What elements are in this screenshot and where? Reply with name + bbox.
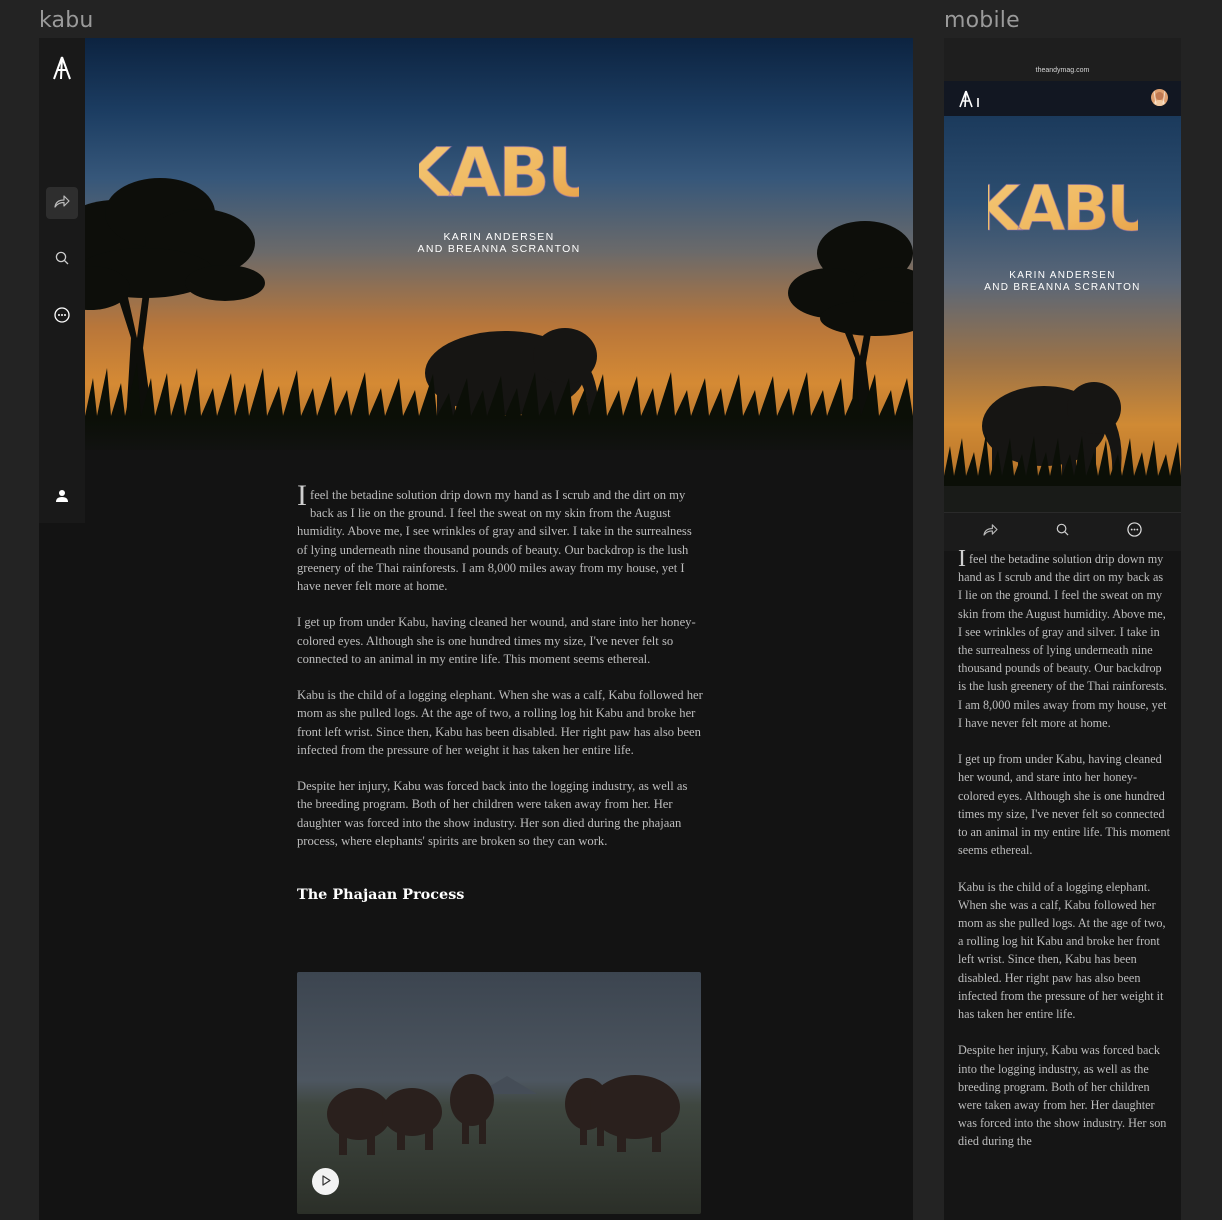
paragraph-1: I feel the betadine solution drip down m… [297, 479, 703, 595]
mobile-frame-label: mobile [944, 8, 1020, 33]
paragraph-3: Kabu is the child of a logging elephant.… [958, 879, 1166, 1022]
svg-text:KABU: KABU [988, 172, 1138, 242]
mobile-hero-authors: KARIN ANDERSEN AND BREANNA SCRANTON [944, 270, 1181, 294]
play-button[interactable] [312, 1168, 339, 1195]
play-icon [321, 1173, 331, 1191]
avatar[interactable] [1151, 89, 1168, 106]
paragraph-4: Despite her injury, Kabu was forced back… [297, 779, 688, 848]
desktop-frame: KABU KARIN ANDERSEN AND BREANNA SCRANTON [39, 38, 913, 1220]
mobile-hero-title: KABU [944, 166, 1181, 247]
svg-text:KABU: KABU [419, 134, 579, 210]
mobile-frame: theandymag.com KABU KARIN ANDERSEN AND B… [944, 38, 1181, 1220]
mobile-header [944, 81, 1181, 116]
author-line-1: KARIN ANDERSEN [443, 231, 555, 243]
left-tree [85, 178, 265, 438]
more-icon [54, 306, 70, 328]
author-line-2: AND BREANNA SCRANTON [417, 242, 581, 255]
drop-cap: I [297, 479, 307, 512]
section-heading: The Phajaan Process [297, 886, 465, 904]
share-button[interactable] [46, 187, 78, 219]
hero-banner: KABU KARIN ANDERSEN AND BREANNA SCRANTON [85, 38, 913, 450]
video-thumbnail [297, 972, 701, 1214]
mobile-article-body: I feel the betadine solution drip down m… [958, 546, 1170, 1169]
desktop-frame-label: kabu [39, 8, 94, 33]
url-text: theandymag.com [1035, 67, 1090, 74]
search-button[interactable] [1053, 523, 1071, 541]
paragraph-1-text: feel the betadine solution drip down my … [297, 488, 692, 594]
share-button[interactable] [981, 523, 999, 541]
hero-fade [85, 418, 913, 458]
video-player[interactable] [297, 972, 701, 1214]
drop-cap: I [958, 546, 966, 572]
kabu-wordmark: KABU [398, 133, 603, 213]
andy-logo-icon[interactable] [52, 56, 72, 80]
more-button[interactable] [1125, 522, 1143, 542]
search-button[interactable] [46, 244, 78, 276]
paragraph-1: I feel the betadine solution drip down m… [958, 546, 1170, 732]
share-icon [982, 523, 998, 541]
hero-title: KABU [85, 126, 913, 215]
share-icon [54, 194, 70, 213]
andy-logo-icon[interactable] [958, 90, 982, 113]
more-button[interactable] [46, 301, 78, 333]
author-line-2: AND BREANNA SCRANTON [984, 282, 1141, 293]
profile-button[interactable] [46, 482, 78, 514]
paragraph-2: I get up from under Kabu, having cleaned… [958, 752, 1170, 858]
search-icon [55, 251, 69, 270]
kabu-wordmark: KABU [971, 171, 1157, 245]
user-icon [55, 489, 69, 508]
more-icon [1126, 522, 1142, 542]
mobile-hero-banner: KABU KARIN ANDERSEN AND BREANNA SCRANTON [944, 116, 1181, 512]
paragraph-4: Despite her injury, Kabu was forced back… [958, 1043, 1167, 1149]
paragraph-1-text: feel the betadine solution drip down my … [958, 552, 1167, 730]
paragraph-2: I get up from under Kabu, having cleaned… [297, 615, 696, 666]
article-body: I feel the betadine solution drip down m… [297, 479, 703, 919]
sidebar [39, 38, 85, 523]
author-line-1: KARIN ANDERSEN [1009, 270, 1116, 281]
mobile-toolbar [944, 512, 1181, 551]
paragraph-3: Kabu is the child of a logging elephant.… [297, 688, 703, 757]
hero-authors: KARIN ANDERSEN AND BREANNA SCRANTON [85, 231, 913, 255]
browser-url-bar[interactable]: theandymag.com [944, 38, 1181, 81]
search-icon [1056, 523, 1069, 541]
